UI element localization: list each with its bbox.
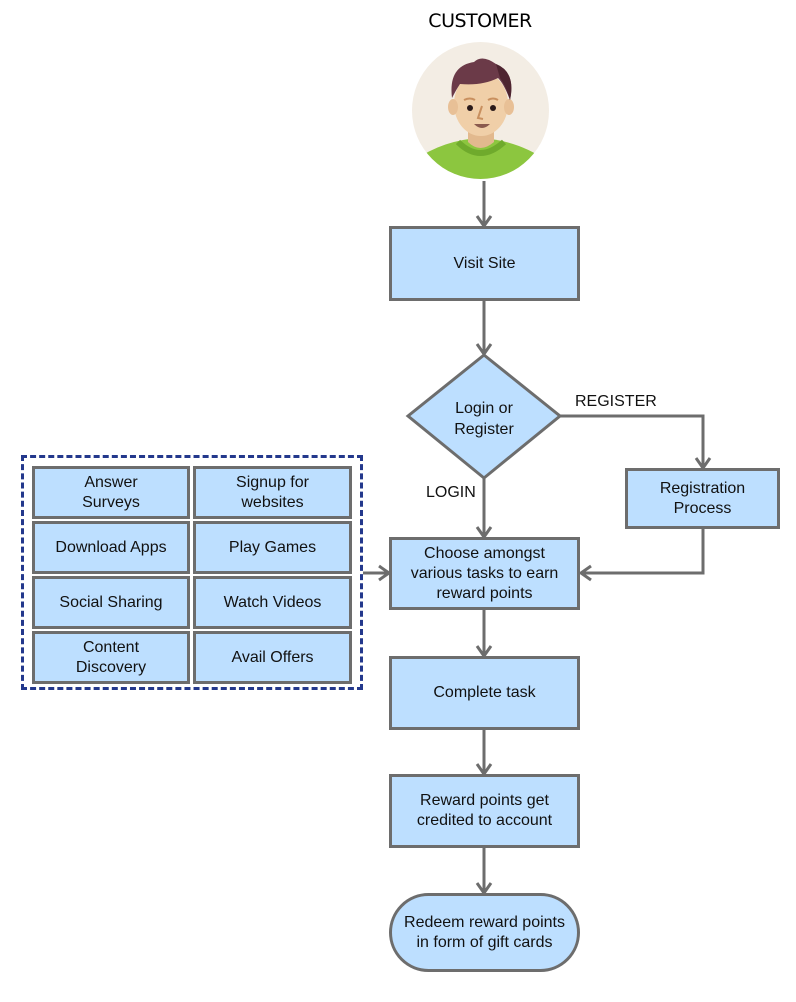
task-download-apps: Download Apps <box>32 521 190 574</box>
task-answer-surveys: Answer Surveys <box>32 466 190 519</box>
decision-line-1: Login or <box>455 400 513 417</box>
node-registration-process: Registration Process <box>625 468 780 529</box>
task-content-discovery: Content Discovery <box>32 631 190 684</box>
edge-label-register: REGISTER <box>575 393 657 410</box>
node-complete-task: Complete task <box>389 656 580 730</box>
node-visit-site: Visit Site <box>389 226 580 301</box>
node-redeem-gift-cards: Redeem reward points in form of gift car… <box>389 893 580 972</box>
task-signup-websites: Signup for websites <box>193 466 352 519</box>
node-decision-label: Login or Register <box>408 398 560 440</box>
decision-line-2: Register <box>454 421 514 438</box>
connector-register <box>560 414 705 468</box>
task-avail-offers: Avail Offers <box>193 631 352 684</box>
node-choose-tasks: Choose amongst various tasks to earn rew… <box>389 537 580 610</box>
connector-registration-choose <box>581 528 705 575</box>
edge-label-login: LOGIN <box>426 484 476 501</box>
task-social-sharing: Social Sharing <box>32 576 190 629</box>
task-play-games: Play Games <box>193 521 352 574</box>
node-reward-credited: Reward points get credited to account <box>389 774 580 848</box>
task-watch-videos: Watch Videos <box>193 576 352 629</box>
